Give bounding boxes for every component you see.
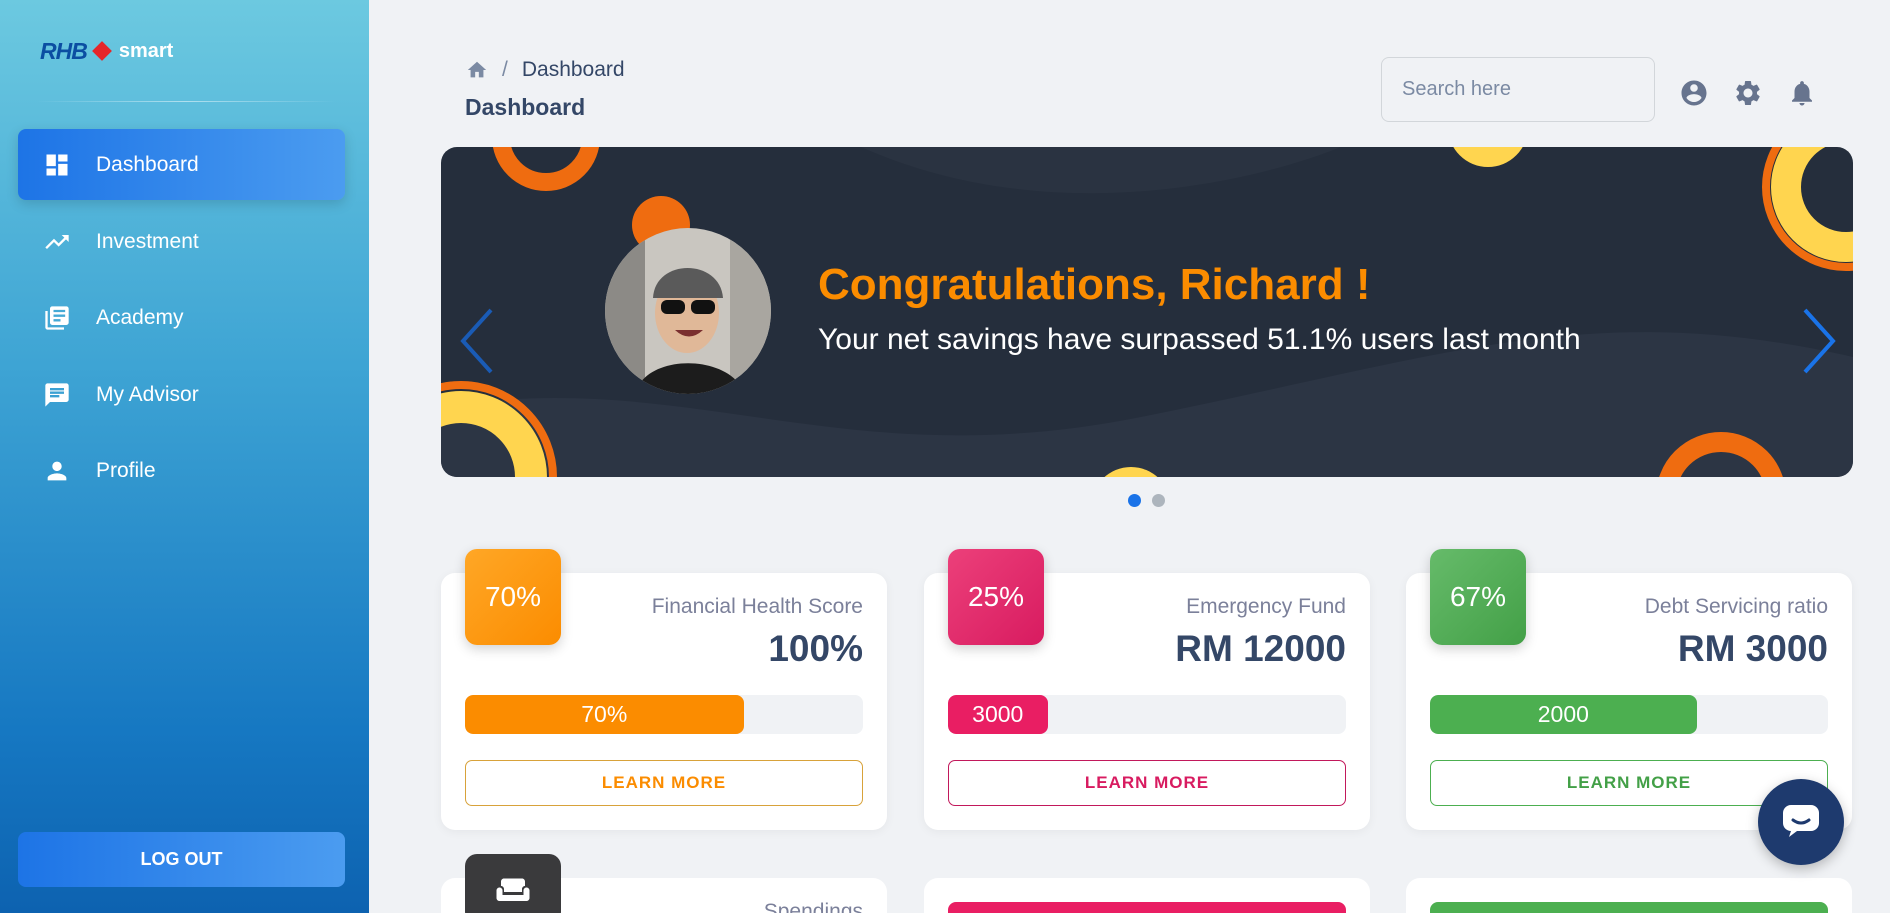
progress-track: 3000	[948, 695, 1346, 734]
search-input[interactable]	[1381, 57, 1655, 122]
settings-icon[interactable]	[1733, 78, 1763, 108]
progress-track: 70%	[465, 695, 863, 734]
sidebar-item-label: Dashboard	[96, 152, 199, 176]
progress-bar: 2000	[1430, 695, 1697, 734]
sidebar-item-academy[interactable]: Academy	[18, 282, 345, 353]
banner-title: Congratulations, Richard !	[818, 260, 1371, 309]
breadcrumb: / Dashboard	[466, 58, 625, 82]
chat-widget-button[interactable]	[1758, 779, 1844, 865]
sidebar-item-label: Profile	[96, 458, 156, 482]
progress-bar: 70%	[465, 695, 744, 734]
carousel-dot-2[interactable]	[1152, 494, 1165, 507]
carousel-prev-arrow-icon[interactable]	[455, 304, 499, 378]
breadcrumb-separator: /	[502, 58, 508, 81]
card-row2-right	[1406, 878, 1852, 913]
breadcrumb-current: Dashboard	[521, 58, 625, 81]
logout-button[interactable]: LOG OUT	[18, 832, 345, 887]
emergency-fund-card: 25% Emergency Fund RM 12000 3000 LEARN M…	[924, 549, 1370, 830]
trending-up-icon	[42, 227, 72, 257]
avatar	[605, 228, 771, 394]
page-title: Dashboard	[465, 94, 586, 120]
card-value: RM 12000	[1175, 628, 1346, 669]
card-label: Emergency Fund	[1186, 595, 1346, 618]
sidebar-item-label: Academy	[96, 305, 184, 329]
sofa-icon	[465, 854, 561, 913]
sidebar-item-label: Investment	[96, 229, 199, 253]
progress-bar: 3000	[948, 695, 1048, 734]
account-circle-icon[interactable]	[1679, 78, 1709, 108]
person-icon	[42, 456, 72, 486]
home-icon[interactable]	[466, 59, 488, 81]
card-row2-middle	[924, 878, 1370, 913]
chat-bubble-icon	[1781, 803, 1821, 842]
banner-subtitle: Your net savings have surpassed 51.1% us…	[818, 323, 1581, 356]
sidebar-item-label: My Advisor	[96, 382, 199, 406]
carousel-dot-1[interactable]	[1128, 494, 1141, 507]
learn-more-button[interactable]: LEARN MORE	[465, 760, 863, 806]
progress-bar	[1430, 902, 1828, 913]
sidebar-item-profile[interactable]: Profile	[18, 435, 345, 506]
brand-logo[interactable]: RHB smart	[40, 34, 173, 68]
progress-track: 2000	[1430, 695, 1828, 734]
logo-rhb-text: RHB	[40, 37, 88, 64]
sidebar-divider	[36, 101, 336, 102]
card-badge: 25%	[948, 549, 1044, 645]
library-books-icon	[42, 303, 72, 333]
card-badge: 67%	[1430, 549, 1526, 645]
notifications-icon[interactable]	[1787, 78, 1817, 108]
card-value: RM 3000	[1677, 628, 1828, 669]
card-label: Debt Servicing ratio	[1644, 595, 1828, 618]
carousel-dots	[1128, 494, 1165, 507]
sidebar: RHB smart Dashboard Investment Academy M…	[0, 0, 369, 913]
card-value: 100%	[768, 628, 863, 669]
card-label: Spendings	[763, 900, 863, 913]
card-badge: 70%	[465, 549, 561, 645]
spendings-card: Spendings	[441, 854, 887, 913]
learn-more-button[interactable]: LEARN MORE	[948, 760, 1346, 806]
progress-bar	[948, 902, 1346, 913]
logo-diamond-icon	[91, 41, 112, 61]
logo-product-text: smart	[118, 39, 174, 62]
dashboard-icon	[42, 150, 72, 180]
sidebar-item-investment[interactable]: Investment	[18, 206, 345, 277]
carousel-next-arrow-icon[interactable]	[1797, 304, 1841, 378]
financial-health-card: 70% Financial Health Score 100% 70% LEAR…	[441, 549, 887, 830]
chat-icon	[42, 380, 72, 410]
sidebar-item-dashboard[interactable]: Dashboard	[18, 129, 345, 200]
sidebar-item-my-advisor[interactable]: My Advisor	[18, 359, 345, 430]
card-label: Financial Health Score	[651, 595, 863, 618]
